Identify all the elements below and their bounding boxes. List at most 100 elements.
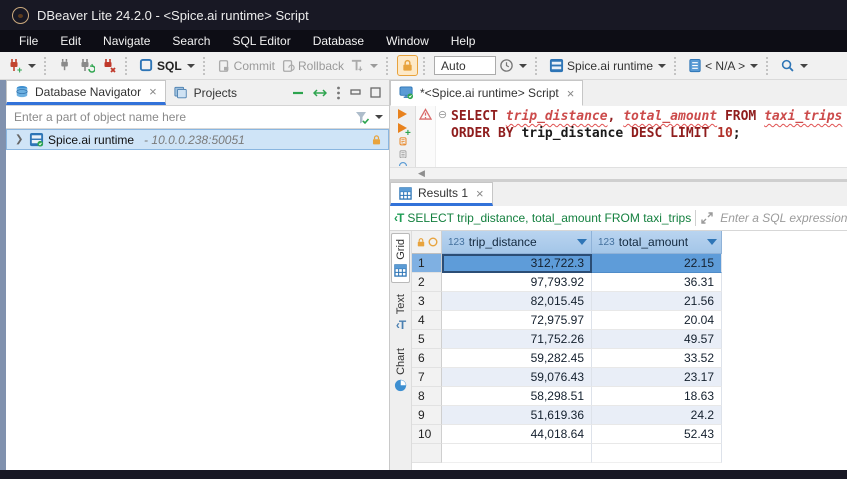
tab-projects[interactable]: Projects: [166, 80, 245, 105]
collapse-all-icon[interactable]: [292, 87, 304, 99]
expand-icon[interactable]: [700, 211, 714, 225]
menu-file[interactable]: File: [8, 32, 49, 50]
grid-rows: 1312,722.322.15 297,793.9236.31 382,015.45…: [412, 254, 847, 463]
new-connection-button[interactable]: +: [4, 55, 39, 77]
grid-cell[interactable]: 71,752.26: [442, 330, 592, 349]
rollback-button[interactable]: Rollback: [278, 56, 347, 76]
menu-help[interactable]: Help: [440, 32, 487, 50]
grid-cell[interactable]: 82,015.45: [442, 292, 592, 311]
main-toolbar: + SQL Commit Rollback: [0, 52, 847, 80]
menu-edit[interactable]: Edit: [49, 32, 92, 50]
row-header[interactable]: 3: [412, 292, 442, 311]
clock-icon: [499, 58, 514, 73]
grid-cell[interactable]: 51,619.36: [442, 406, 592, 425]
column-header-total_amount[interactable]: 123total_amount: [592, 231, 722, 254]
view-menu-icon[interactable]: [336, 86, 341, 100]
fold-column[interactable]: ⊖: [436, 106, 449, 167]
sort-dropdown-icon[interactable]: [577, 239, 587, 245]
schema-selector[interactable]: < N/A >: [685, 55, 761, 76]
menu-search[interactable]: Search: [161, 32, 221, 50]
grid-cell[interactable]: 33.52: [592, 349, 722, 368]
chevron-down-icon[interactable]: [375, 115, 383, 119]
editor-hscrollbar[interactable]: ◀: [390, 167, 847, 180]
grid-cell[interactable]: 44,018.64: [442, 425, 592, 444]
menu-database[interactable]: Database: [302, 32, 375, 50]
grid-cell[interactable]: 21.56: [592, 292, 722, 311]
autocommit-combo[interactable]: Auto: [434, 56, 496, 75]
row-header[interactable]: 1: [412, 254, 442, 273]
row-header[interactable]: 7: [412, 368, 442, 387]
close-icon[interactable]: ×: [567, 86, 575, 101]
maximize-view-icon[interactable]: [370, 87, 381, 98]
grid-cell[interactable]: 23.17: [592, 368, 722, 387]
grid-cell[interactable]: 20.04: [592, 311, 722, 330]
minimize-view-icon[interactable]: [350, 88, 361, 98]
grid-cell[interactable]: 24.2: [592, 406, 722, 425]
grid-cell[interactable]: 22.15: [592, 254, 722, 273]
connect-button[interactable]: [55, 55, 76, 76]
presentation-tabs: Grid Text‹T Chart: [390, 231, 412, 470]
toolbar-separator: [423, 57, 430, 75]
chevron-down-icon: [187, 64, 195, 68]
tab-database-navigator[interactable]: Database Navigator ×: [6, 80, 166, 105]
grid-cell[interactable]: 72,975.97: [442, 311, 592, 330]
code-line[interactable]: SELECT trip_distance, total_amount FROM …: [451, 108, 847, 125]
connection-item-spice-ai-runtime[interactable]: ❯ Spice.ai runtime - 10.0.0.238:50051: [6, 129, 389, 150]
navigator-filter[interactable]: Enter a part of object name here: [6, 106, 389, 129]
grid-cell[interactable]: 59,076.43: [442, 368, 592, 387]
menu-sql-editor[interactable]: SQL Editor: [221, 32, 301, 50]
menu-window[interactable]: Window: [375, 32, 440, 50]
row-header[interactable]: 6: [412, 349, 442, 368]
column-header-trip_distance[interactable]: 123trip_distance: [442, 231, 592, 254]
grid-corner-cell[interactable]: [412, 231, 442, 254]
row-header[interactable]: 4: [412, 311, 442, 330]
grid-cell[interactable]: 58,298.51: [442, 387, 592, 406]
sort-dropdown-icon[interactable]: [707, 239, 717, 245]
presentation-tab-text[interactable]: Text‹T: [393, 289, 409, 337]
connection-selector[interactable]: Spice.ai runtime: [546, 55, 669, 76]
grid-cell[interactable]: 18.63: [592, 387, 722, 406]
grid-cell[interactable]: 52.43: [592, 425, 722, 444]
row-header[interactable]: 8: [412, 387, 442, 406]
execute-statement-button[interactable]: [398, 109, 407, 119]
presentation-tab-grid[interactable]: Grid: [391, 233, 410, 283]
sql-editor-button[interactable]: SQL: [136, 55, 198, 76]
row-header[interactable]: 10: [412, 425, 442, 444]
fold-marker[interactable]: ⊖: [436, 108, 449, 125]
close-icon[interactable]: ×: [476, 186, 484, 201]
disconnect-button[interactable]: [98, 55, 120, 77]
presentation-tab-chart[interactable]: Chart: [392, 343, 409, 397]
grid-cell[interactable]: 97,793.92: [442, 273, 592, 292]
scroll-left-arrow-icon[interactable]: ◀: [418, 168, 425, 179]
filter-funnel-icon[interactable]: [354, 110, 370, 125]
grid-cell[interactable]: 59,282.45: [442, 349, 592, 368]
grid-header: 123trip_distance123total_amount: [412, 231, 847, 254]
close-icon[interactable]: ×: [149, 84, 157, 99]
grid-cell[interactable]: 49.57: [592, 330, 722, 349]
tab-results-1[interactable]: Results 1 ×: [390, 182, 493, 206]
code-line[interactable]: ORDER BY trip_distance DESC LIMIT 10;: [451, 125, 847, 142]
menu-navigate[interactable]: Navigate: [92, 32, 161, 50]
row-header[interactable]: 2: [412, 273, 442, 292]
transaction-mode-button[interactable]: [347, 55, 381, 76]
expand-chevron-icon[interactable]: ❯: [15, 134, 25, 145]
table-row: 472,975.9720.04: [412, 311, 847, 330]
row-header[interactable]: 5: [412, 330, 442, 349]
lock-toggle-button[interactable]: [397, 55, 418, 76]
grid-icon: [394, 264, 407, 277]
execute-new-tab-button[interactable]: [398, 123, 407, 133]
history-button[interactable]: [496, 55, 530, 76]
expression-filter-placeholder[interactable]: Enter a SQL expression to: [720, 211, 847, 225]
commit-button[interactable]: Commit: [214, 56, 278, 76]
sql-code-area[interactable]: SELECT trip_distance, total_amount FROM …: [449, 106, 847, 167]
sql-token: DESC: [631, 126, 662, 141]
tab-sql-script[interactable]: *<Spice.ai runtime> Script ×: [390, 80, 583, 106]
explain-plan-icon[interactable]: [396, 150, 410, 159]
commit-label: Commit: [234, 59, 275, 73]
grid-cell[interactable]: 312,722.3: [442, 254, 592, 273]
row-header[interactable]: 9: [412, 406, 442, 425]
grid-cell[interactable]: 36.31: [592, 273, 722, 292]
link-editor-icon[interactable]: [313, 87, 327, 99]
reconnect-button[interactable]: [76, 55, 98, 77]
search-button[interactable]: [777, 55, 811, 76]
